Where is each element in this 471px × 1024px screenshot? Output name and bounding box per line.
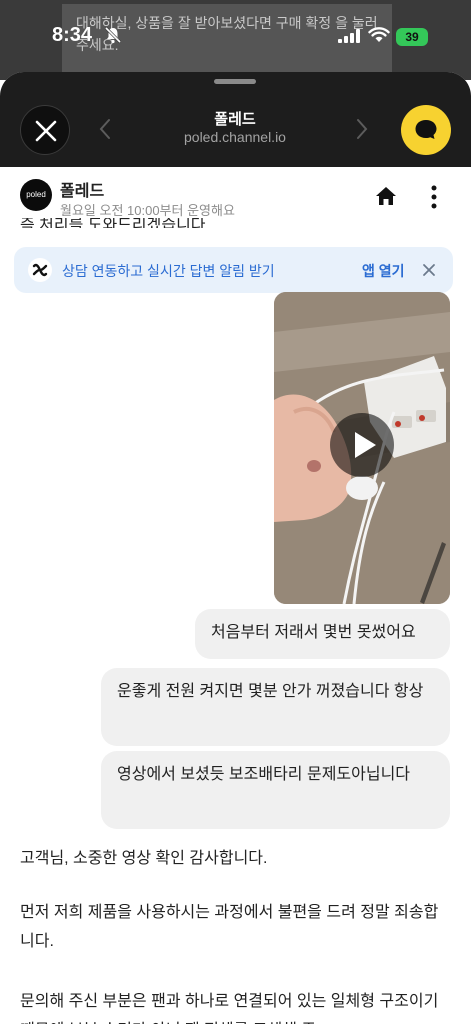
- silent-bell-icon: [104, 26, 122, 49]
- user-message-bubble: 영상에서 보셨듯 보조배타리 문제도아닙니다: [101, 751, 450, 829]
- clock: 8:34: [52, 24, 93, 46]
- browser-toolbar: 폴레드 poled.channel.io: [0, 72, 471, 167]
- in-app-browser-sheet: 폴레드 poled.channel.io poled 폴레드 월요일 오전 10…: [0, 72, 471, 1024]
- chat-button[interactable]: [401, 105, 451, 155]
- page-title: 폴레드: [214, 111, 256, 128]
- close-button[interactable]: [20, 105, 70, 155]
- operating-hours: 월요일 오전 10:00부터 운영해요: [60, 203, 235, 218]
- agent-message-paragraph: 고객님, 소중한 영상 확인 감사합니다.: [20, 850, 268, 867]
- sheet-grabber[interactable]: [214, 79, 256, 84]
- close-icon[interactable]: [422, 263, 436, 282]
- user-message-bubble: 운좋게 전원 켜지면 몇분 안가 꺼졌습니다 항상: [101, 668, 450, 746]
- wifi-icon: [368, 27, 390, 48]
- forward-chevron-icon[interactable]: [355, 116, 369, 147]
- user-message-bubble: 처음부터 저래서 몇번 못썼어요: [195, 609, 450, 659]
- play-icon: [355, 432, 376, 458]
- play-button[interactable]: [330, 413, 394, 477]
- home-icon[interactable]: [375, 186, 397, 211]
- channel-avatar: poled: [20, 179, 52, 211]
- back-chevron-icon[interactable]: [98, 116, 112, 147]
- more-options-icon[interactable]: [424, 185, 444, 214]
- page-url: poled.channel.io: [184, 129, 286, 145]
- agent-message-paragraph: 문의해 주신 부분은 팬과 하나로 연결되어 있는 일체형 구조이기 때문에 부…: [20, 993, 439, 1024]
- close-icon: [35, 120, 57, 142]
- chat-bubble-icon: [415, 120, 437, 139]
- channel-talk-logo-icon: [28, 258, 52, 282]
- channel-name: 폴레드: [60, 183, 105, 200]
- partial-message: 즉 처리를 도와드리겠습니다.: [20, 218, 210, 228]
- status-bar: 8:34 39: [0, 0, 471, 60]
- battery-indicator: 39: [396, 28, 428, 46]
- video-attachment[interactable]: [274, 292, 450, 604]
- screen: 대해하실, 상품을 잘 받아보셨다면 구매 확정 을 눌러 주세요. 8:34 …: [0, 0, 471, 1024]
- app-notification-banner[interactable]: 상담 연동하고 실시간 답변 알림 받기 앱 열기: [14, 247, 453, 293]
- open-app-link[interactable]: 앱 열기: [362, 261, 405, 281]
- agent-message-paragraph: 먼저 저희 제품을 사용하시는 과정에서 불편을 드려 정말 죄송합니다.: [20, 904, 439, 950]
- cellular-signal-icon: [338, 29, 360, 48]
- banner-text: 상담 연동하고 실시간 답변 알림 받기: [62, 263, 275, 279]
